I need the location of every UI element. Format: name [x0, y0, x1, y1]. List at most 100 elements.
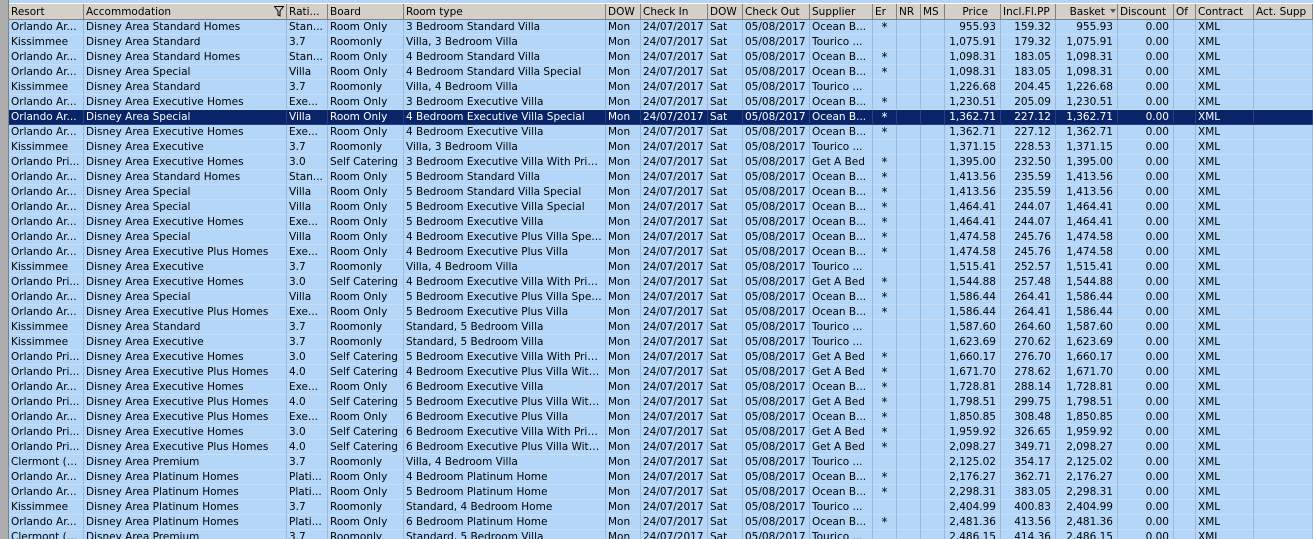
results-grid[interactable]: Resort Accommodation Rati... Board Room type… — [0, 0, 1313, 539]
cell-of — [1174, 290, 1196, 305]
table-row[interactable]: Orlando Ar... Disney Area Executive Plus … — [9, 245, 1313, 260]
table-row[interactable]: Orlando Ar... Disney Area Special Villa Roo… — [9, 230, 1313, 245]
cell-er: * — [873, 290, 897, 305]
cell-acc: Disney Area Premium — [84, 530, 287, 539]
table-row[interactable]: Clermont (FL) Disney Area Premium 3.7 Roomo… — [9, 530, 1313, 539]
column-header-room[interactable]: Room type — [404, 4, 606, 20]
table-row[interactable]: Orlando Ar... Disney Area Executive Homes… — [9, 380, 1313, 395]
column-header-of[interactable]: Of — [1174, 4, 1196, 20]
cell-price: 1,098.31 — [945, 50, 1001, 65]
table-row[interactable]: Orlando Ar... Disney Area Standard Homes S… — [9, 50, 1313, 65]
cell-price: 1,395.00 — [945, 155, 1001, 170]
table-row[interactable]: Orlando Pri... Disney Area Executive Plus… — [9, 365, 1313, 380]
cell-checkout: 05/08/2017 — [743, 410, 810, 425]
table-row[interactable]: Orlando Ar... Disney Area Special Villa Roo… — [9, 290, 1313, 305]
cell-checkout: 05/08/2017 — [743, 260, 810, 275]
column-header-act[interactable]: Act. Supp — [1254, 4, 1313, 20]
column-header-incl[interactable]: Incl.Fl.PP — [1001, 4, 1056, 20]
cell-acc: Disney Area Executive Plus Homes — [84, 305, 287, 320]
cell-price: 2,125.02 — [945, 455, 1001, 470]
table-row[interactable]: Kissimmee Disney Area Standard 3.7 Roomonly… — [9, 35, 1313, 50]
cell-discount: 0.00 — [1118, 320, 1174, 335]
column-header-er[interactable]: Er — [873, 4, 897, 20]
table-row[interactable]: Orlando Ar... Disney Area Executive Homes… — [9, 95, 1313, 110]
cell-room: 6 Bedroom Executive Plus Villa With Pri.… — [404, 440, 606, 455]
table-row[interactable]: Kissimmee Disney Area Executive 3.7 Roomonl… — [9, 260, 1313, 275]
cell-contract: XML — [1196, 350, 1254, 365]
cell-room: 5 Bedroom Executive Plus Villa — [404, 305, 606, 320]
cell-supplier: Ocean B... — [810, 305, 873, 320]
cell-dow2: Sat — [708, 140, 743, 155]
table-row[interactable]: Orlando Pri... Disney Area Executive Home… — [9, 155, 1313, 170]
table-row[interactable]: Orlando Ar... Disney Area Platinum Homes P… — [9, 485, 1313, 500]
table-row[interactable]: Orlando Pri... Disney Area Executive Plus… — [9, 395, 1313, 410]
table-row[interactable]: Orlando Ar... Disney Area Special Villa Roo… — [9, 110, 1313, 125]
column-header-dow2[interactable]: DOW — [708, 4, 743, 20]
table-row[interactable]: Kissimmee Disney Area Platinum Homes 3.7 Ro… — [9, 500, 1313, 515]
cell-ms — [921, 440, 945, 455]
cell-ms — [921, 455, 945, 470]
cell-checkin: 24/07/2017 — [641, 20, 708, 35]
cell-ms — [921, 350, 945, 365]
column-header-checkout[interactable]: Check Out — [743, 4, 810, 20]
table-row[interactable]: Clermont (FL) Disney Area Premium 3.7 Roomo… — [9, 455, 1313, 470]
cell-resort: Orlando Ar... — [9, 380, 84, 395]
cell-nr — [897, 485, 921, 500]
cell-basket: 1,413.56 — [1056, 185, 1118, 200]
column-header-supplier[interactable]: Supplier — [810, 4, 873, 20]
table-row[interactable]: Orlando Ar... Disney Area Standard Homes S… — [9, 20, 1313, 35]
table-row[interactable]: Orlando Ar... Disney Area Standard Homes S… — [9, 170, 1313, 185]
column-header-price[interactable]: Price — [945, 4, 1001, 20]
cell-rating: Plati... — [287, 470, 328, 485]
table-row[interactable]: Orlando Ar... Disney Area Executive Homes… — [9, 125, 1313, 140]
column-header-resort[interactable]: Resort — [9, 4, 84, 20]
cell-er — [873, 500, 897, 515]
column-header-contract[interactable]: Contract — [1196, 4, 1254, 20]
cell-price: 1,098.31 — [945, 65, 1001, 80]
table-row[interactable]: Kissimmee Disney Area Standard 3.7 Roomonly… — [9, 320, 1313, 335]
table-row[interactable]: Orlando Ar... Disney Area Special Villa Roo… — [9, 200, 1313, 215]
table-row[interactable]: Orlando Pri... Disney Area Executive Plus… — [9, 440, 1313, 455]
table-row[interactable]: Kissimmee Disney Area Standard 3.7 Roomonly… — [9, 80, 1313, 95]
column-header-board[interactable]: Board — [328, 4, 404, 20]
cell-contract: XML — [1196, 155, 1254, 170]
cell-supplier: Tourico ... — [810, 500, 873, 515]
column-header-nr[interactable]: NR — [897, 4, 921, 20]
column-header-basket[interactable]: Basket — [1056, 4, 1118, 20]
table-row[interactable]: Orlando Ar... Disney Area Special Villa Roo… — [9, 185, 1313, 200]
table-row[interactable]: Orlando Pri... Disney Area Executive Home… — [9, 350, 1313, 365]
cell-incl: 383.05 — [1001, 485, 1056, 500]
cell-price: 1,362.71 — [945, 125, 1001, 140]
table-row[interactable]: Orlando Ar... Disney Area Platinum Homes P… — [9, 470, 1313, 485]
cell-supplier: Get A Bed — [810, 350, 873, 365]
table-row[interactable]: Orlando Ar... Disney Area Executive Plus … — [9, 410, 1313, 425]
table-row[interactable]: Orlando Ar... Disney Area Executive Plus … — [9, 305, 1313, 320]
cell-nr — [897, 50, 921, 65]
table-row[interactable]: Kissimmee Disney Area Executive 3.7 Roomonl… — [9, 335, 1313, 350]
column-header-ms[interactable]: MS — [921, 4, 945, 20]
table-row[interactable]: Orlando Pri... Disney Area Executive Home… — [9, 425, 1313, 440]
column-header-rating[interactable]: Rati... — [287, 4, 328, 20]
cell-basket: 2,298.31 — [1056, 485, 1118, 500]
cell-er: * — [873, 350, 897, 365]
cell-nr — [897, 215, 921, 230]
table-row[interactable]: Orlando Pri... Disney Area Executive Home… — [9, 275, 1313, 290]
cell-er — [873, 335, 897, 350]
table-row[interactable]: Kissimmee Disney Area Executive 3.7 Roomonl… — [9, 140, 1313, 155]
cell-ms — [921, 320, 945, 335]
cell-supplier: Ocean B... — [810, 485, 873, 500]
table-row[interactable]: Orlando Ar... Disney Area Special Villa Roo… — [9, 65, 1313, 80]
cell-rating: 3.7 — [287, 260, 328, 275]
table-row[interactable]: Orlando Ar... Disney Area Executive Homes… — [9, 215, 1313, 230]
cell-resort: Orlando Ar... — [9, 110, 84, 125]
column-header-checkin[interactable]: Check In — [641, 4, 708, 20]
filter-icon[interactable] — [274, 6, 284, 17]
column-header-discount[interactable]: Discount — [1118, 4, 1174, 20]
cell-checkout: 05/08/2017 — [743, 350, 810, 365]
column-header-dow1[interactable]: DOW — [606, 4, 641, 20]
column-header-acc[interactable]: Accommodation — [84, 4, 287, 20]
table-row[interactable]: Orlando Ar... Disney Area Platinum Homes P… — [9, 515, 1313, 530]
cell-board: Room Only — [328, 290, 404, 305]
cell-act — [1254, 305, 1313, 320]
cell-room: 5 Bedroom Executive Plus Villa With Pri.… — [404, 395, 606, 410]
